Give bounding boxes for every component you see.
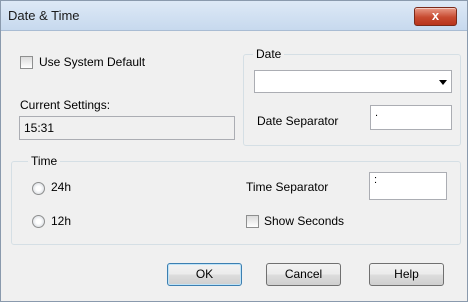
use-system-default-label[interactable]: Use System Default bbox=[39, 55, 145, 69]
show-seconds-label[interactable]: Show Seconds bbox=[264, 214, 344, 228]
time-separator-label: Time Separator bbox=[246, 180, 329, 194]
date-format-dropdown[interactable] bbox=[254, 70, 452, 93]
date-separator-input[interactable]: . bbox=[370, 105, 452, 130]
title-bar: Date & Time x bbox=[1, 1, 467, 31]
ok-button[interactable]: OK bbox=[167, 263, 242, 286]
date-time-dialog: Date & Time x Use System Default Current… bbox=[0, 0, 468, 302]
help-button[interactable]: Help bbox=[369, 263, 444, 286]
date-groupbox bbox=[243, 54, 461, 146]
radio-24h[interactable] bbox=[32, 182, 45, 195]
date-group-caption: Date bbox=[253, 47, 285, 61]
use-system-default-checkbox[interactable] bbox=[20, 56, 33, 69]
time-group-caption: Time bbox=[28, 154, 61, 168]
chevron-down-icon bbox=[439, 80, 447, 85]
radio-24h-label[interactable]: 24h bbox=[51, 180, 71, 194]
time-separator-input[interactable]: : bbox=[369, 172, 447, 200]
window-title: Date & Time bbox=[8, 8, 80, 23]
radio-12h[interactable] bbox=[32, 215, 45, 228]
close-button[interactable]: x bbox=[414, 7, 457, 26]
date-separator-label: Date Separator bbox=[257, 114, 339, 128]
current-settings-field: 15:31 bbox=[19, 116, 235, 140]
radio-12h-label[interactable]: 12h bbox=[51, 214, 71, 228]
current-settings-label: Current Settings: bbox=[20, 98, 111, 112]
cancel-button[interactable]: Cancel bbox=[266, 263, 341, 286]
show-seconds-checkbox[interactable] bbox=[246, 215, 259, 228]
